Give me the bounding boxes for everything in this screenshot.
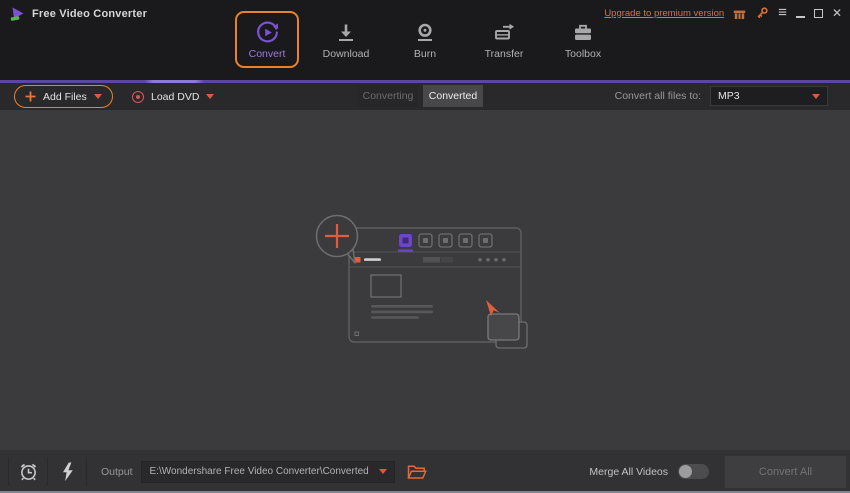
store-icon[interactable] bbox=[733, 7, 746, 20]
chevron-down-icon bbox=[812, 94, 820, 99]
tab-label: Download bbox=[323, 48, 370, 60]
convert-icon bbox=[255, 20, 280, 45]
title-bar: Free Video Converter Convert bbox=[0, 0, 850, 80]
tab-label: Toolbox bbox=[565, 48, 601, 60]
high-speed-icon[interactable] bbox=[48, 451, 86, 493]
drop-area[interactable] bbox=[0, 110, 850, 450]
separator bbox=[86, 457, 87, 486]
key-icon[interactable] bbox=[755, 6, 769, 20]
chevron-down-icon bbox=[206, 94, 214, 99]
convert-status-switch: Converting Converted bbox=[358, 85, 483, 107]
convert-all-button[interactable]: Convert All bbox=[725, 456, 846, 488]
tab-convert[interactable]: Convert bbox=[235, 11, 299, 68]
toolbox-icon bbox=[572, 20, 594, 45]
burn-icon bbox=[414, 20, 436, 45]
titlebar-controls: Upgrade to premium version ≡ bbox=[604, 5, 842, 21]
upgrade-link[interactable]: Upgrade to premium version bbox=[604, 8, 724, 19]
output-label: Output bbox=[101, 466, 133, 478]
bottom-bar: Output E:\Wondershare Free Video Convert… bbox=[0, 450, 850, 493]
toolbar: Add Files Load DVD Converting Converted … bbox=[0, 83, 850, 110]
converting-tab[interactable]: Converting bbox=[358, 85, 418, 107]
tab-download[interactable]: Download bbox=[314, 11, 378, 68]
download-icon bbox=[335, 20, 357, 45]
format-value: MP3 bbox=[718, 90, 740, 102]
add-files-label: Add Files bbox=[43, 91, 87, 103]
toggle-knob bbox=[679, 465, 692, 478]
close-icon[interactable]: ✕ bbox=[832, 7, 842, 19]
merge-all-videos-label: Merge All Videos bbox=[589, 466, 668, 478]
convert-all-to-label: Convert all files to: bbox=[615, 90, 701, 102]
add-files-button[interactable]: Add Files bbox=[14, 85, 113, 108]
output-format-group: Convert all files to: MP3 bbox=[615, 86, 828, 106]
minimize-icon[interactable] bbox=[796, 9, 805, 18]
format-dropdown[interactable]: MP3 bbox=[710, 86, 828, 106]
merge-toggle[interactable] bbox=[678, 464, 709, 479]
load-dvd-button[interactable]: Load DVD bbox=[132, 85, 214, 108]
empty-state-illustration bbox=[315, 207, 535, 354]
output-path-value: E:\Wondershare Free Video Converter\Conv… bbox=[150, 466, 369, 477]
load-dvd-label: Load DVD bbox=[151, 91, 199, 103]
tab-burn[interactable]: Burn bbox=[393, 11, 457, 68]
dvd-disc-icon bbox=[132, 91, 144, 103]
app-logo-icon bbox=[10, 6, 26, 22]
converted-tab[interactable]: Converted bbox=[423, 85, 483, 107]
menu-icon[interactable]: ≡ bbox=[778, 6, 787, 20]
tab-transfer[interactable]: Transfer bbox=[472, 11, 536, 68]
plus-icon bbox=[25, 91, 36, 102]
transfer-icon bbox=[493, 20, 516, 45]
maximize-icon[interactable] bbox=[814, 9, 823, 18]
chevron-down-icon bbox=[94, 94, 102, 99]
tab-label: Burn bbox=[414, 48, 436, 60]
schedule-clock-icon[interactable] bbox=[9, 451, 47, 493]
chevron-down-icon bbox=[379, 469, 387, 474]
app-brand: Free Video Converter bbox=[10, 6, 147, 22]
tab-label: Transfer bbox=[485, 48, 524, 60]
tab-label: Convert bbox=[249, 48, 286, 60]
open-folder-icon[interactable] bbox=[407, 464, 427, 480]
app-title: Free Video Converter bbox=[32, 8, 147, 20]
app-window: Free Video Converter Convert bbox=[0, 0, 850, 493]
output-path-dropdown[interactable]: E:\Wondershare Free Video Converter\Conv… bbox=[141, 461, 395, 483]
main-nav-tabs: Convert Download bbox=[235, 11, 615, 68]
